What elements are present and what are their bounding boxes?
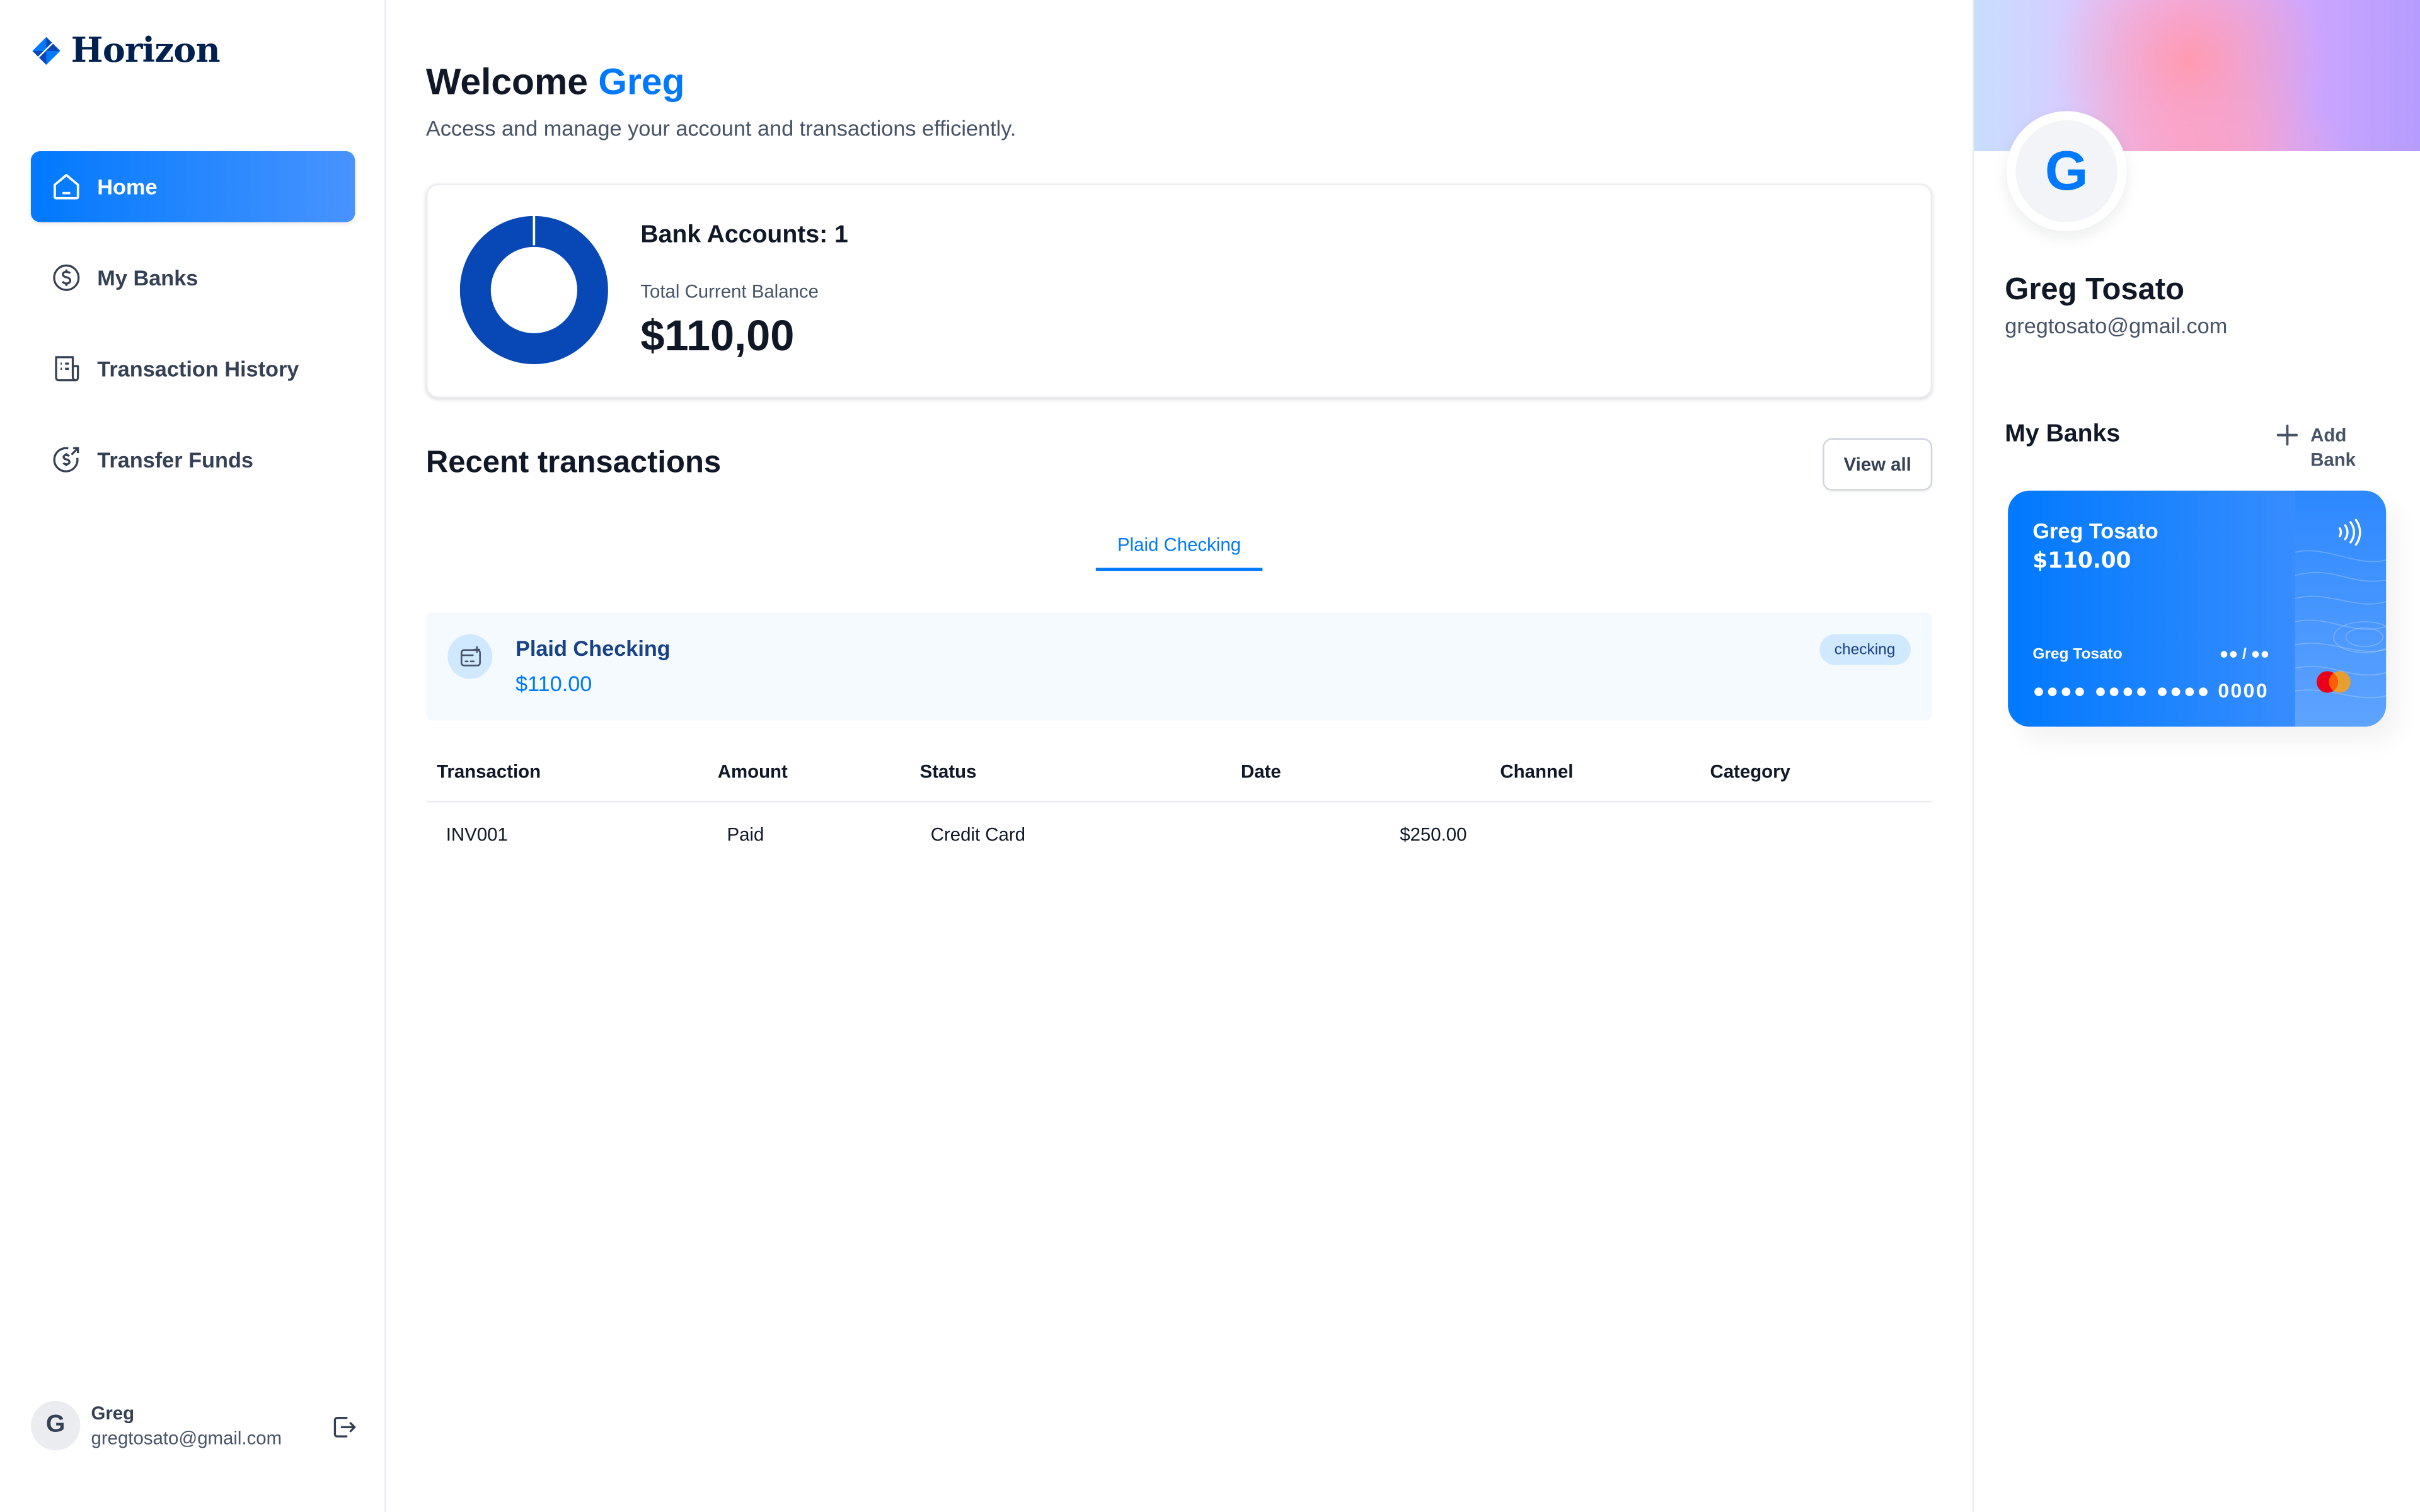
add-bank-button[interactable]: Add Bank <box>2276 423 2360 472</box>
sidebar-item-label: Transfer Funds <box>97 447 253 472</box>
transactions-table: Transaction Amount Status Date Channel C… <box>425 741 1933 868</box>
card-bank-name: Greg Tosato <box>2032 518 2158 544</box>
sidebar-item-label: Home <box>97 174 158 199</box>
horizon-logo-icon <box>32 37 60 65</box>
table-row[interactable]: INV001 Paid Credit Card $250.00 <box>426 802 1932 867</box>
bank-info-card[interactable]: Plaid Checking $110.00 checking <box>425 612 1933 721</box>
avatar[interactable]: G <box>30 1400 81 1451</box>
mastercard-icon <box>2316 671 2351 693</box>
balance-donut-chart <box>459 215 608 364</box>
user-name: Greg <box>91 1402 135 1424</box>
recent-transactions-title: Recent transactions <box>425 445 722 480</box>
bank-balance: $110.00 <box>515 671 592 696</box>
table-header: Transaction Amount Status Date Channel C… <box>425 741 1933 803</box>
welcome-user: Greg <box>598 61 685 104</box>
card-expiry: ●● / ●● <box>2219 646 2270 664</box>
tab-plaid-checking[interactable]: Plaid Checking <box>1095 520 1263 571</box>
dollar-circle-icon <box>53 264 80 291</box>
page-subtitle: Access and manage your account and trans… <box>425 115 1017 140</box>
my-banks-title: My Banks <box>2005 421 2121 448</box>
sidebar: Horizon Home My Banks Transaction Histor… <box>0 0 386 1512</box>
sidebar-item-home[interactable]: Home <box>30 151 355 222</box>
profile-avatar[interactable]: G <box>2006 111 2127 232</box>
profile-email: gregtosato@gmail.com <box>2005 313 2228 338</box>
logout-icon[interactable] <box>330 1413 358 1441</box>
card-number: ●●●● ●●●● ●●●● 0000 <box>2032 679 2269 702</box>
sidebar-nav: Home My Banks Transaction History Transf… <box>30 151 355 515</box>
total-balance-card: Bank Accounts: 1 Total Current Balance $… <box>425 183 1933 398</box>
app-logo[interactable]: Horizon <box>31 30 221 71</box>
home-icon <box>54 174 79 200</box>
user-footer: G Greg gregtosato@gmail.com <box>30 1400 358 1451</box>
sidebar-item-my-banks[interactable]: My Banks <box>31 242 355 313</box>
account-type-badge: checking <box>1819 634 1911 665</box>
user-email: gregtosato@gmail.com <box>91 1427 282 1449</box>
plus-icon <box>2276 424 2298 446</box>
welcome-text: Welcome <box>425 61 588 104</box>
page-title: Welcome Greg <box>426 62 685 105</box>
user-info: Greg gregtosato@gmail.com <box>91 1401 282 1450</box>
profile-name: Greg Tosato <box>2005 273 2185 307</box>
column-header-amount: Amount <box>717 760 788 782</box>
contactless-icon <box>2338 518 2361 546</box>
receipt-icon <box>55 356 79 382</box>
bank-card[interactable]: Greg Tosato $110.00 Greg Tosato ●● / ●● … <box>2008 490 2387 727</box>
donut-ring <box>459 215 608 364</box>
column-header-status: Status <box>919 760 977 782</box>
card-holder-name: Greg Tosato <box>2032 646 2123 664</box>
total-balance-value: $110,00 <box>640 311 795 360</box>
bank-card-icon <box>447 634 493 679</box>
sidebar-item-transaction-history[interactable]: Transaction History <box>31 333 355 404</box>
sidebar-item-label: My Banks <box>97 265 199 290</box>
view-all-button[interactable]: View all <box>1823 438 1933 491</box>
profile-panel: G Greg Tosato gregtosato@gmail.com My Ba… <box>1972 0 2420 1512</box>
column-header-transaction: Transaction <box>437 760 541 782</box>
column-header-date: Date <box>1240 760 1281 782</box>
total-balance-label: Total Current Balance <box>640 280 819 303</box>
bank-accounts-count: Bank Accounts: 1 <box>640 222 848 249</box>
cell-status: Credit Card <box>930 823 1026 846</box>
money-send-icon <box>53 447 79 472</box>
column-header-category: Category <box>1710 760 1790 782</box>
add-bank-label: Add Bank <box>2310 424 2356 471</box>
cell-date: $250.00 <box>1400 823 1467 846</box>
cell-transaction: INV001 <box>446 823 508 846</box>
card-balance: $110.00 <box>2032 549 2131 575</box>
column-header-channel: Channel <box>1500 760 1574 782</box>
cell-amount: Paid <box>727 823 764 846</box>
app-name: Horizon <box>71 30 221 71</box>
sidebar-item-transfer-funds[interactable]: Transfer Funds <box>31 424 355 495</box>
bank-name: Plaid Checking <box>515 635 671 661</box>
sidebar-item-label: Transaction History <box>97 356 299 381</box>
